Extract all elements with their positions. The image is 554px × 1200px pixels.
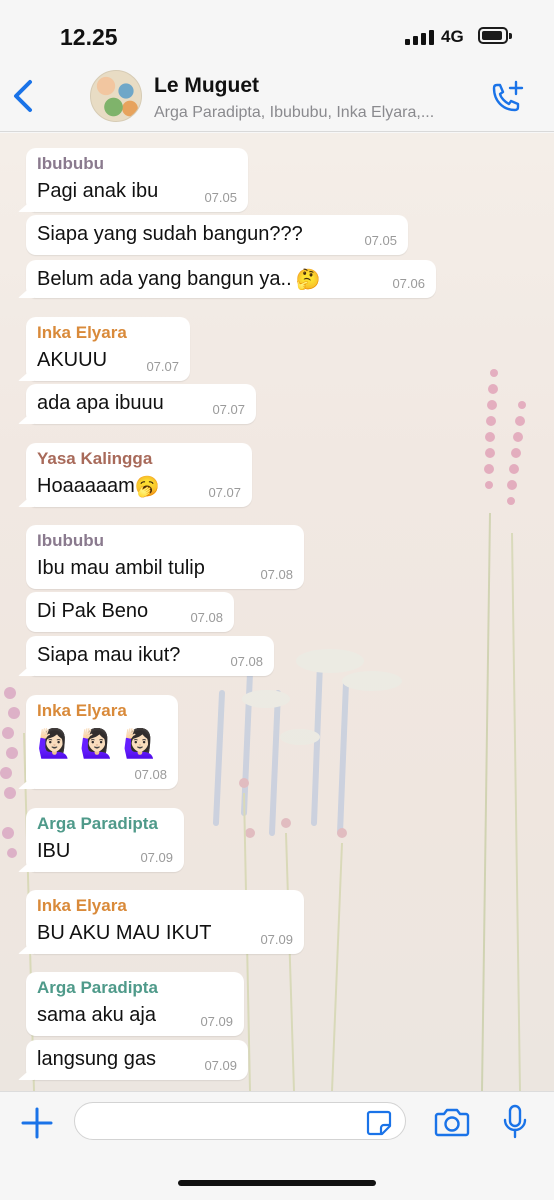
- message-time: 07.08: [134, 767, 167, 782]
- message-time: 07.09: [204, 1058, 237, 1073]
- message-bubble[interactable]: Ibububu Ibu mau ambil tulip 07.08: [26, 525, 304, 589]
- person-raising-hand-emoji: 🙋🏻‍♀️: [79, 727, 115, 759]
- camera-button[interactable]: [434, 1106, 470, 1138]
- cellular-signal-icon: [405, 29, 435, 45]
- message-text: BU AKU MAU IKUT: [37, 922, 212, 944]
- message-time: 07.09: [200, 1014, 233, 1029]
- message-time: 07.05: [364, 233, 397, 248]
- microphone-icon: [503, 1104, 527, 1139]
- message-time: 07.06: [392, 276, 425, 291]
- person-raising-hand-emoji: 🙋🏻‍♀️: [37, 727, 72, 759]
- sender-name: Ibububu: [37, 154, 105, 173]
- yawning-face-emoji: 🥱: [134, 475, 160, 498]
- chat-title[interactable]: Le Muguet: [154, 74, 259, 98]
- sticker-icon: [366, 1110, 392, 1136]
- sender-name: Ibububu: [37, 531, 105, 550]
- sender-name: Inka Elyara: [37, 896, 127, 915]
- message-bubble[interactable]: Belum ada yang bangun ya.. 🤔 07.06: [26, 260, 436, 298]
- input-bar: [0, 1091, 554, 1200]
- message-bubble[interactable]: Inka Elyara BU AKU MAU IKUT 07.09: [26, 890, 304, 954]
- sender-name: Arga Paradipta: [37, 814, 158, 833]
- chat-header: Le Muguet Arga Paradipta, Ibububu, Inka …: [0, 60, 554, 132]
- back-button[interactable]: [8, 76, 42, 116]
- message-bubble[interactable]: Arga Paradipta IBU 07.09: [26, 808, 184, 872]
- message-time: 07.05: [204, 190, 237, 205]
- group-avatar[interactable]: [90, 70, 142, 122]
- message-bubble[interactable]: Yasa Kalingga Hoaaaaam🥱 07.07: [26, 443, 252, 507]
- message-time: 07.08: [260, 567, 293, 582]
- battery-icon: [478, 27, 512, 44]
- message-bubble[interactable]: Inka Elyara AKUUU 07.07: [26, 317, 190, 381]
- message-text: Ibu mau ambil tulip: [37, 557, 205, 579]
- message-text: Belum ada yang bangun ya.. 🤔: [37, 268, 321, 291]
- message-bubble[interactable]: Siapa mau ikut? 07.08: [26, 636, 274, 676]
- message-bubble[interactable]: langsung gas 07.09: [26, 1040, 248, 1080]
- message-bubble[interactable]: Arga Paradipta sama aku aja 07.09: [26, 972, 244, 1036]
- status-bar: 12.25 4G: [0, 0, 554, 60]
- message-time: 07.09: [260, 932, 293, 947]
- chevron-left-icon: [14, 80, 32, 112]
- sender-name: Arga Paradipta: [37, 978, 158, 997]
- microphone-button[interactable]: [502, 1104, 528, 1140]
- status-time: 12.25: [60, 24, 118, 50]
- sender-name: Inka Elyara: [37, 323, 127, 342]
- message-time: 07.09: [140, 850, 173, 865]
- plus-icon: [21, 1107, 53, 1139]
- emoji-row: 🙋🏻‍♀️ 🙋🏻‍♀️ 🙋🏻‍♀️: [37, 725, 166, 761]
- message-bubble[interactable]: Siapa yang sudah bangun??? 07.05: [26, 215, 408, 255]
- home-indicator: [178, 1180, 376, 1186]
- message-text: Siapa mau ikut?: [37, 644, 181, 666]
- attach-button[interactable]: [20, 1106, 54, 1140]
- message-time: 07.07: [146, 359, 179, 374]
- chat-participants[interactable]: Arga Paradipta, Ibububu, Inka Elyara,...: [154, 104, 434, 122]
- network-type: 4G: [441, 27, 464, 46]
- sender-name: Inka Elyara: [37, 701, 127, 720]
- message-bubble[interactable]: Di Pak Beno 07.08: [26, 592, 234, 632]
- camera-icon: [434, 1108, 470, 1137]
- thinking-face-emoji: 🤔: [295, 268, 321, 291]
- message-text: Siapa yang sudah bangun???: [37, 223, 303, 245]
- message-bubble[interactable]: Ibububu Pagi anak ibu 07.05: [26, 148, 248, 212]
- message-time: 07.07: [208, 485, 241, 500]
- message-time: 07.08: [190, 610, 223, 625]
- chat-area[interactable]: Ibububu Pagi anak ibu 07.05 Siapa yang s…: [0, 133, 554, 1091]
- message-bubble[interactable]: Inka Elyara 🙋🏻‍♀️ 🙋🏻‍♀️ 🙋🏻‍♀️ 07.08: [26, 695, 178, 789]
- message-input[interactable]: [74, 1102, 406, 1140]
- person-raising-hand-emoji: 🙋🏻‍♀️: [122, 727, 158, 759]
- message-bubble[interactable]: ada apa ibuuu 07.07: [26, 384, 256, 424]
- sender-name: Yasa Kalingga: [37, 449, 153, 468]
- add-call-button[interactable]: [488, 80, 526, 116]
- sticker-button[interactable]: [366, 1110, 392, 1136]
- phone-add-icon: [492, 80, 524, 112]
- message-time: 07.07: [212, 402, 245, 417]
- message-time: 07.08: [230, 654, 263, 669]
